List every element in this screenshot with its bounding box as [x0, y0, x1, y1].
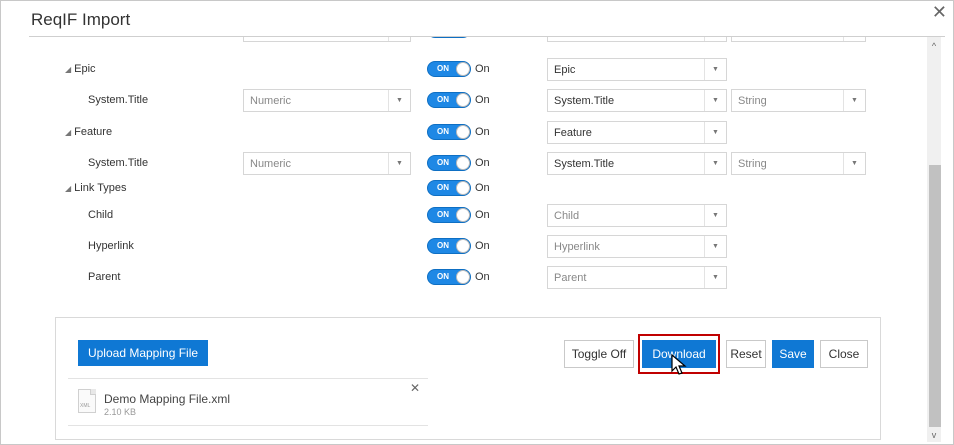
- chevron-down-icon: ▼: [704, 236, 726, 257]
- toggle-switch[interactable]: ON: [427, 124, 471, 140]
- toggle-switch[interactable]: ON: [427, 61, 471, 77]
- toggle-switch[interactable]: ON: [427, 92, 471, 108]
- link-label: Child: [88, 209, 114, 221]
- link-row-child: Child ON On Child ▼: [31, 204, 927, 228]
- reqif-import-dialog: ReqIF Import ✕ ▼ ▼ ▼ ◢Epic ON On Epic▼ S…: [0, 0, 954, 445]
- chevron-down-icon: ▼: [843, 90, 865, 111]
- field-label: System.Title: [88, 94, 149, 106]
- chevron-down-icon: ▼: [704, 59, 726, 80]
- target-type-dropdown[interactable]: String ▼: [731, 89, 866, 112]
- mapping-file-panel: Upload Mapping File XML Demo Mapping Fil…: [55, 317, 881, 440]
- toggle-switch[interactable]: [427, 37, 471, 38]
- chevron-down-icon: ▼: [704, 205, 726, 226]
- scrollbar-thumb[interactable]: [929, 165, 941, 427]
- reset-button[interactable]: Reset: [726, 340, 766, 368]
- toggle-switch[interactable]: ON: [427, 238, 471, 254]
- triangle-expand-icon[interactable]: ◢: [65, 128, 71, 137]
- target-dropdown[interactable]: Parent ▼: [547, 266, 727, 289]
- target-type-dropdown[interactable]: ▼: [731, 37, 866, 42]
- chevron-down-icon[interactable]: v: [927, 428, 941, 442]
- source-type-dropdown[interactable]: Numeric ▼: [243, 152, 411, 175]
- toggle-label: On: [475, 209, 490, 221]
- chevron-down-icon: ▼: [388, 90, 410, 111]
- toggle-switch[interactable]: ON: [427, 269, 471, 285]
- chevron-down-icon: ▼: [704, 267, 726, 288]
- toggle-label: On: [475, 94, 490, 106]
- toggle-label: On: [475, 240, 490, 252]
- link-row-parent: Parent ON On Parent ▼: [31, 266, 927, 290]
- field-row: System.Title Numeric ▼ ON On System.Title…: [31, 89, 927, 113]
- toggle-off-button[interactable]: Toggle Off: [564, 340, 634, 368]
- link-label: Hyperlink: [88, 240, 134, 252]
- save-button[interactable]: Save: [772, 340, 814, 368]
- source-type-dropdown[interactable]: ▼: [243, 37, 411, 42]
- chevron-down-icon: ▼: [704, 153, 726, 174]
- group-label: Epic: [74, 63, 96, 75]
- target-dropdown[interactable]: System.Title ▼: [547, 89, 727, 112]
- toggle-label: On: [475, 182, 490, 194]
- mapping-list: ▼ ▼ ▼ ◢Epic ON On Epic▼ System.Title Num…: [31, 37, 927, 442]
- target-dropdown[interactable]: ▼: [547, 37, 727, 42]
- toggle-label: On: [475, 271, 490, 283]
- field-row: System.Title Numeric ▼ ON On System.Title…: [31, 152, 927, 176]
- group-row-feature: ◢ Feature ON On Feature ▼: [31, 121, 927, 145]
- chevron-up-icon[interactable]: ^: [927, 39, 941, 53]
- triangle-expand-icon[interactable]: ◢: [65, 184, 71, 193]
- chevron-down-icon: ▼: [704, 90, 726, 111]
- target-dropdown[interactable]: Hyperlink ▼: [547, 235, 727, 258]
- chevron-down-icon: ▼: [388, 153, 410, 174]
- toggle-switch[interactable]: ON: [427, 180, 471, 196]
- group-row-epic: ◢ Epic ON On Epic ▼: [31, 58, 927, 82]
- upload-mapping-file-button[interactable]: Upload Mapping File: [78, 340, 208, 366]
- group-label: Feature: [74, 126, 113, 138]
- toggle-switch[interactable]: ON: [427, 155, 471, 171]
- mouse-pointer-icon: [671, 354, 687, 375]
- xml-file-icon: XML: [78, 389, 96, 413]
- toggle-label: On: [475, 126, 490, 138]
- target-dropdown[interactable]: System.Title ▼: [547, 152, 727, 175]
- triangle-expand-icon[interactable]: ◢: [65, 65, 71, 74]
- file-name: Demo Mapping File.xml: [104, 392, 231, 406]
- chevron-down-icon: ▼: [843, 153, 865, 174]
- toggle-label: On: [475, 157, 490, 169]
- close-button[interactable]: Close: [820, 340, 868, 368]
- close-icon[interactable]: ✕: [932, 3, 947, 21]
- toggle-label: On: [475, 63, 490, 75]
- group-label: Link Types: [74, 182, 127, 194]
- target-dropdown[interactable]: Epic ▼: [547, 58, 727, 81]
- clipped-row: ▼ ▼ ▼: [31, 37, 927, 43]
- source-type-dropdown[interactable]: Numeric ▼: [243, 89, 411, 112]
- target-dropdown[interactable]: Child ▼: [547, 204, 727, 227]
- target-type-dropdown[interactable]: String ▼: [731, 152, 866, 175]
- dialog-title: ReqIF Import: [31, 10, 131, 29]
- link-label: Parent: [88, 271, 121, 283]
- toggle-switch[interactable]: ON: [427, 207, 471, 223]
- link-row-hyperlink: Hyperlink ON On Hyperlink ▼: [31, 235, 927, 259]
- file-size: 2.10 KB: [104, 407, 137, 417]
- chevron-down-icon: ▼: [704, 122, 726, 143]
- group-row-link-types: ◢ Link Types ON On: [31, 177, 927, 201]
- target-dropdown[interactable]: Feature ▼: [547, 121, 727, 144]
- vertical-scrollbar[interactable]: ^ v: [927, 37, 941, 442]
- uploaded-file-item: XML Demo Mapping File.xml 2.10 KB ✕: [68, 378, 428, 426]
- close-icon[interactable]: ✕: [410, 381, 420, 395]
- field-label: System.Title: [88, 157, 149, 169]
